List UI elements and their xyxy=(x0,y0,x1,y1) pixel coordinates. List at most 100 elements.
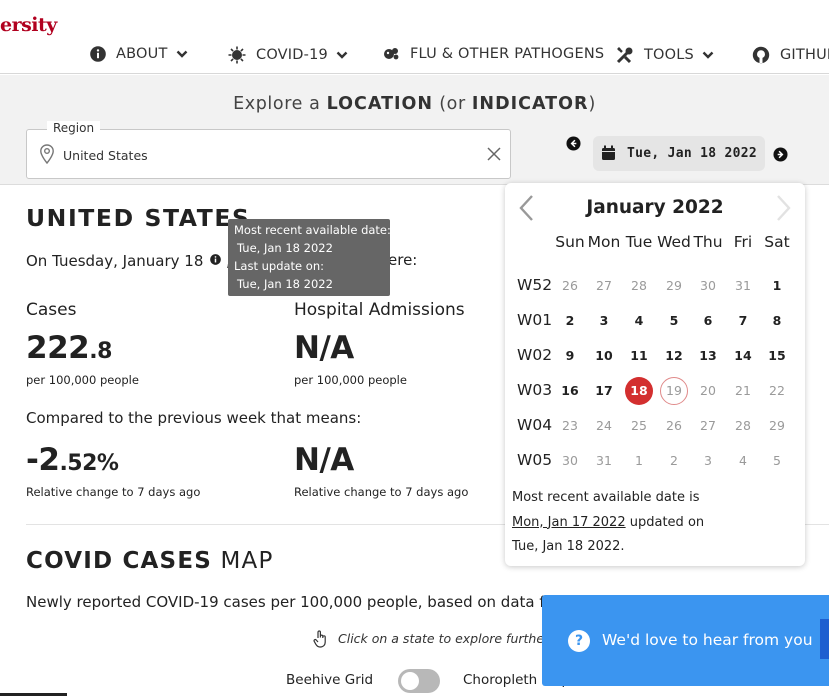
hospital-change-label: Relative change to 7 days ago xyxy=(294,485,469,499)
calendar-day[interactable]: 23 xyxy=(556,412,584,440)
week-number: W02 xyxy=(517,346,553,364)
calendar-day[interactable]: 6 xyxy=(694,307,722,335)
calendar-day[interactable]: 10 xyxy=(590,342,618,370)
calendar-day[interactable]: 24 xyxy=(590,412,618,440)
map-type-toggle[interactable] xyxy=(398,669,440,693)
tooltip-line: Last update on: xyxy=(234,259,324,273)
info-icon[interactable] xyxy=(210,251,221,269)
calendar-day[interactable]: 7 xyxy=(729,307,757,335)
region-search-input[interactable]: Region United States xyxy=(26,121,511,179)
weekday-header: Sat xyxy=(764,233,790,251)
nav-item-tools[interactable]: TOOLS xyxy=(616,46,714,64)
week-number: W05 xyxy=(517,451,553,469)
cases-label: Cases xyxy=(26,300,77,320)
calendar-day[interactable]: 11 xyxy=(625,342,653,370)
question-icon: ? xyxy=(568,630,590,652)
calendar-day[interactable]: 29 xyxy=(660,272,688,300)
calendar-day[interactable]: 2 xyxy=(660,447,688,475)
top-navigation-bar: ersity ABOUT COVID-19 FLU & OTHER PATHOGEN… xyxy=(0,0,829,74)
compare-text: Compared to the previous week that means… xyxy=(26,409,362,427)
nav-label: GITHUB xyxy=(780,47,829,63)
calendar-day[interactable]: 29 xyxy=(763,412,791,440)
tooltip-line: Tue, Jan 18 2022 xyxy=(237,241,333,255)
calendar-day[interactable]: 4 xyxy=(625,307,653,335)
weekday-header: Thu xyxy=(693,233,723,251)
nav-item-flu-other-pathogens[interactable]: FLU & OTHER PATHOGENS xyxy=(382,46,604,62)
date-picker-button[interactable]: Tue, Jan 18 2022 xyxy=(593,136,765,171)
beehive-grid-label[interactable]: Beehive Grid xyxy=(286,672,373,688)
calendar-day[interactable]: 12 xyxy=(660,342,688,370)
hospital-admissions-unit: per 100,000 people xyxy=(294,373,407,387)
week-number: W52 xyxy=(517,276,553,294)
hospital-admissions-label: Hospital Admissions xyxy=(294,300,465,320)
selected-day[interactable]: 18 xyxy=(625,377,653,405)
calendar-day[interactable]: 27 xyxy=(590,272,618,300)
hospital-admissions-value: N/A xyxy=(294,330,354,366)
clear-icon[interactable] xyxy=(486,146,502,166)
nav-item-github[interactable]: GITHUB xyxy=(752,46,829,64)
map-description: Newly reported COVID-19 cases per 100,00… xyxy=(26,593,551,611)
nav-item-covid-19[interactable]: COVID-19 xyxy=(228,46,348,64)
hospital-change-value: N/A xyxy=(294,442,354,478)
calendar-day[interactable]: 15 xyxy=(763,342,791,370)
recent-date-link[interactable]: Mon, Jan 17 2022 xyxy=(512,515,626,530)
calendar-day[interactable]: 16 xyxy=(556,377,584,405)
explore-panel: Explore a LOCATION (or INDICATOR) Region… xyxy=(0,75,829,185)
previous-date-icon[interactable] xyxy=(566,136,581,155)
calendar-day[interactable]: 28 xyxy=(625,272,653,300)
calendar-day[interactable]: 13 xyxy=(694,342,722,370)
week-number: W03 xyxy=(517,381,553,399)
calendar-day[interactable]: 21 xyxy=(729,377,757,405)
weekday-header: Tue xyxy=(625,233,653,251)
calendar-day[interactable]: 8 xyxy=(763,307,791,335)
calendar-day[interactable]: 31 xyxy=(729,272,757,300)
map-section-title: COVID CASES MAP xyxy=(26,548,274,574)
calendar-day[interactable]: 3 xyxy=(694,447,722,475)
calendar-day[interactable]: 26 xyxy=(556,272,584,300)
virus-icon xyxy=(228,46,246,64)
calendar-day[interactable]: 5 xyxy=(660,307,688,335)
calendar-day[interactable]: 4 xyxy=(729,447,757,475)
calendar-day[interactable]: 14 xyxy=(729,342,757,370)
nav-item-about[interactable]: ABOUT xyxy=(90,46,188,62)
calendar-day[interactable]: 28 xyxy=(729,412,757,440)
calendar-day[interactable]: 27 xyxy=(694,412,722,440)
nav-label: FLU & OTHER PATHOGENS xyxy=(410,46,605,62)
brand-logo[interactable]: ersity xyxy=(0,14,57,36)
explore-heading: Explore a LOCATION (or INDICATOR) xyxy=(233,94,596,114)
location-pin-icon xyxy=(39,144,55,168)
next-date-icon[interactable] xyxy=(773,147,788,166)
date-info-tooltip: Most recent available date: Tue, Jan 18 … xyxy=(228,219,391,296)
chevron-down-icon xyxy=(328,50,348,60)
calendar-day[interactable]: 22 xyxy=(763,377,791,405)
selected-date: Tue, Jan 18 2022 xyxy=(627,146,758,161)
calendar-day[interactable]: 1 xyxy=(625,447,653,475)
calendar-day[interactable]: 26 xyxy=(660,412,688,440)
feedback-edge xyxy=(820,619,829,659)
cases-value: 222.8 xyxy=(26,330,112,366)
feedback-widget[interactable]: ? We'd love to hear from you xyxy=(542,595,829,686)
calendar-day[interactable]: 1 xyxy=(763,272,791,300)
calendar-day[interactable]: 3 xyxy=(590,307,618,335)
chevron-down-icon xyxy=(168,49,188,59)
tooltip-line: Most recent available date: xyxy=(234,223,391,237)
next-month-icon[interactable] xyxy=(773,193,793,227)
region-value: United States xyxy=(63,148,148,163)
date-picker-calendar: January 2022 Sun Mon Tue Wed Thu Fri Sat W52 26 2… xyxy=(505,183,805,566)
calendar-month-title: January 2022 xyxy=(586,197,724,218)
calendar-day[interactable]: 5 xyxy=(763,447,791,475)
chevron-down-icon xyxy=(694,50,714,60)
toggle-knob xyxy=(401,672,419,690)
calendar-day[interactable]: 17 xyxy=(590,377,618,405)
calendar-day[interactable]: 30 xyxy=(694,272,722,300)
tools-icon xyxy=(616,46,634,64)
calendar-day[interactable]: 2 xyxy=(556,307,584,335)
calendar-day[interactable]: 9 xyxy=(556,342,584,370)
date-summary-line: On Tuesday, January 18 , xyxy=(26,251,231,270)
calendar-day[interactable]: 25 xyxy=(625,412,653,440)
calendar-day[interactable]: 19 xyxy=(660,377,688,405)
calendar-day[interactable]: 20 xyxy=(694,377,722,405)
calendar-day[interactable]: 30 xyxy=(556,447,584,475)
calendar-day[interactable]: 31 xyxy=(590,447,618,475)
nav-label: TOOLS xyxy=(644,47,694,63)
